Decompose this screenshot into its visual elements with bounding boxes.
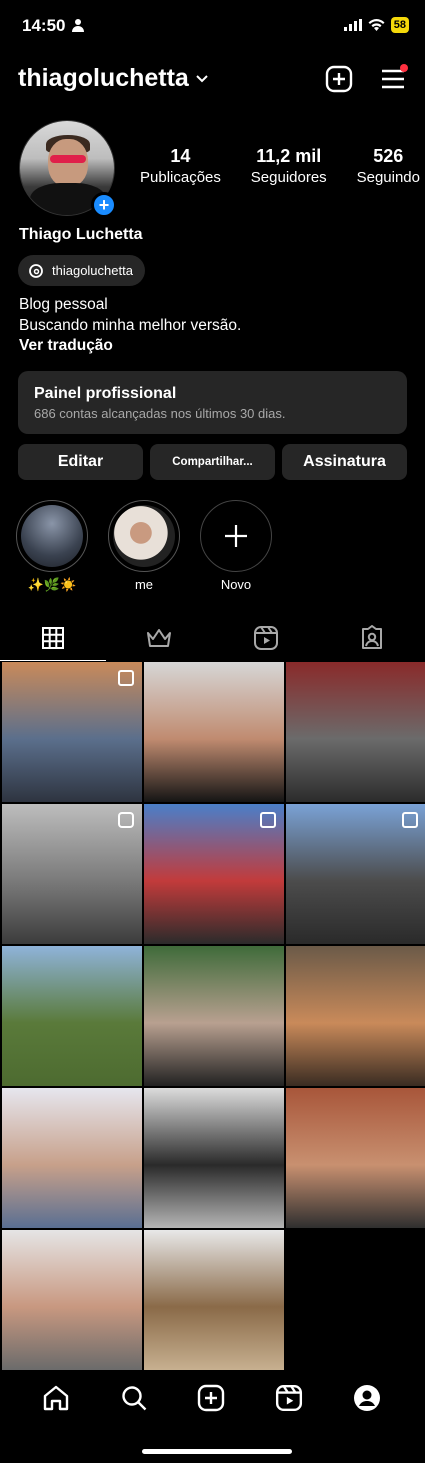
- wifi-icon: [368, 19, 385, 31]
- search-icon: [121, 1386, 147, 1411]
- status-bar: 14:50 58: [0, 0, 425, 52]
- post-thumbnail[interactable]: [144, 662, 284, 802]
- bio-line: Blog pessoal: [19, 296, 108, 313]
- person-icon: [72, 19, 84, 32]
- cellular-icon: [343, 19, 362, 31]
- plus-square-icon: [325, 65, 353, 93]
- chevron-down-icon: [196, 74, 208, 82]
- reel-badge-icon: [118, 812, 134, 828]
- post-thumbnail[interactable]: [286, 662, 425, 802]
- status-indicators: 58: [343, 17, 409, 33]
- new-highlight-button[interactable]: Novo: [200, 500, 272, 593]
- post-thumbnail[interactable]: [2, 1230, 142, 1370]
- tab-subscriptions[interactable]: [106, 615, 212, 661]
- edit-profile-button[interactable]: Editar: [18, 444, 143, 480]
- stat-posts[interactable]: 14 Publicações: [140, 146, 221, 186]
- content-tabs: [0, 615, 425, 661]
- nav-home[interactable]: [42, 1384, 70, 1417]
- post-thumbnail[interactable]: [144, 1088, 284, 1228]
- post-thumbnail[interactable]: [286, 804, 425, 944]
- username: thiagoluchetta: [18, 64, 189, 92]
- post-thumbnail[interactable]: [2, 804, 142, 944]
- status-time: 14:50: [22, 16, 66, 35]
- stat-value: 11,2 mil: [256, 146, 322, 166]
- reels-icon: [253, 626, 278, 650]
- grid-icon: [42, 627, 65, 649]
- home-indicator: [142, 1449, 292, 1454]
- nav-reels[interactable]: [275, 1384, 303, 1417]
- share-profile-button[interactable]: Compartilhar...: [150, 444, 275, 480]
- menu-button[interactable]: [381, 64, 408, 95]
- stat-following[interactable]: 526 Seguindo: [357, 146, 420, 186]
- post-thumbnail[interactable]: [144, 804, 284, 944]
- create-post-button[interactable]: [325, 65, 353, 98]
- stat-followers[interactable]: 11,2 mil Seguidores: [251, 146, 327, 186]
- add-story-icon[interactable]: +: [91, 192, 117, 218]
- tab-reels[interactable]: [213, 615, 319, 661]
- professional-dashboard[interactable]: Painel profissional 686 contas alcançada…: [18, 371, 407, 434]
- bottom-navigation: [3, 1370, 420, 1463]
- highlight-item[interactable]: ✨🌿☀️: [16, 500, 88, 593]
- post-thumbnail[interactable]: [2, 662, 142, 802]
- translate-link[interactable]: Ver tradução: [19, 336, 241, 357]
- nav-create[interactable]: [197, 1384, 225, 1417]
- stat-label: Seguindo: [356, 169, 420, 186]
- profile-header: thiagoluchetta: [0, 60, 425, 100]
- carousel-badge-icon: [260, 812, 276, 828]
- highlight-label: Novo: [220, 577, 252, 592]
- post-thumbnail[interactable]: [144, 946, 284, 1086]
- panel-title: Painel profissional: [34, 385, 177, 402]
- profile-actions: Editar Compartilhar... Assinatura: [18, 444, 407, 480]
- story-highlights: ✨🌿☀️ me Novo: [16, 500, 272, 593]
- plus-square-icon: [198, 1384, 225, 1412]
- post-thumbnail[interactable]: [2, 1088, 142, 1228]
- notification-dot: [400, 64, 408, 72]
- tagged-person-icon: [361, 625, 382, 649]
- post-thumbnail[interactable]: [144, 1230, 284, 1370]
- tab-tagged[interactable]: [319, 615, 425, 661]
- crown-icon: [147, 629, 172, 647]
- highlight-label: ✨🌿☀️: [27, 577, 77, 592]
- stat-value: 14: [170, 146, 191, 166]
- post-thumbnail[interactable]: [286, 1088, 425, 1228]
- nav-search[interactable]: [120, 1384, 148, 1417]
- plus-icon: [225, 525, 247, 547]
- profile-avatar[interactable]: +: [19, 120, 117, 218]
- carousel-badge-icon: [118, 670, 134, 686]
- stat-value: 526: [373, 146, 404, 166]
- username-switcher[interactable]: thiagoluchetta: [18, 64, 209, 93]
- post-thumbnail[interactable]: [2, 946, 142, 1086]
- posts-grid: [0, 662, 425, 1370]
- threads-handle: thiagoluchetta: [52, 263, 133, 278]
- stat-label: Seguidores: [250, 169, 327, 186]
- highlight-label: me: [134, 577, 154, 592]
- bio-line: Buscando minha melhor versão.: [19, 316, 242, 334]
- home-icon: [43, 1385, 69, 1411]
- tab-grid[interactable]: [0, 615, 107, 661]
- nav-profile[interactable]: [353, 1384, 381, 1417]
- highlight-item[interactable]: me: [108, 500, 180, 593]
- battery-indicator: 58: [390, 17, 409, 33]
- profile-icon: [354, 1385, 381, 1411]
- stat-label: Publicações: [140, 169, 221, 186]
- threads-icon: [29, 263, 43, 278]
- full-name: Thiago Luchetta: [19, 226, 143, 243]
- post-thumbnail[interactable]: [286, 946, 425, 1086]
- bio: Blog pessoal Buscando minha melhor versã…: [19, 295, 241, 357]
- profile-stats: 14 Publicações 11,2 mil Seguidores 526 S…: [140, 146, 420, 186]
- subscription-button[interactable]: Assinatura: [282, 444, 407, 480]
- threads-link[interactable]: thiagoluchetta: [18, 255, 145, 286]
- panel-subtitle: 686 contas alcançadas nos últimos 30 dia…: [34, 406, 286, 421]
- carousel-badge-icon: [402, 812, 418, 828]
- reels-icon: [276, 1384, 303, 1412]
